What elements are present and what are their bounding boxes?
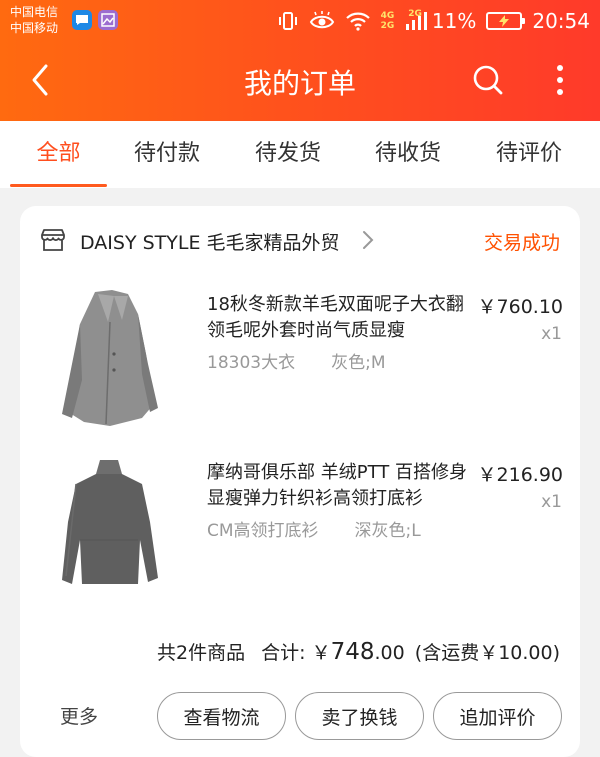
- tab-all[interactable]: 全部: [10, 121, 107, 188]
- network-type-tags: 4G 2G: [381, 11, 395, 31]
- sku-spec: 深灰色;L: [354, 521, 421, 541]
- active-tab-indicator: [10, 184, 107, 187]
- grey-wool-coat-image: [62, 290, 158, 426]
- total-amount-dec: .00: [374, 642, 405, 664]
- wifi-icon: [345, 12, 370, 31]
- message-app-icon: [72, 10, 92, 30]
- vibrate-icon: [278, 12, 297, 30]
- carrier-info: 中国电信 中国移动: [10, 4, 58, 36]
- sku-code: 18303大衣: [207, 353, 296, 373]
- order-tabs: 全部 待付款 待发货 待收货 待评价: [0, 121, 600, 188]
- carrier-1: 中国电信: [10, 5, 59, 19]
- chevron-right-icon: [363, 231, 374, 249]
- item-sku: CM高领打底衫 深灰色;L: [207, 516, 421, 541]
- more-vertical-icon: [557, 65, 563, 95]
- view-logistics-button[interactable]: 查看物流: [157, 692, 286, 740]
- total-currency: ￥: [311, 642, 331, 664]
- shop-icon: [41, 229, 65, 251]
- item-title[interactable]: 18秋冬新款羊毛双面呢子大衣翻领毛呢外套时尚气质显瘦: [207, 292, 469, 344]
- clock: 20:54: [532, 9, 590, 33]
- gallery-app-icon: [98, 10, 118, 30]
- order-item[interactable]: 18秋冬新款羊毛双面呢子大衣翻领毛呢外套时尚气质显瘦 18303大衣 灰色;M ￥…: [20, 284, 580, 444]
- add-review-button[interactable]: 追加评价: [433, 692, 562, 740]
- nav-bar: 我的订单: [0, 42, 600, 121]
- order-item[interactable]: 摩纳哥俱乐部 羊绒PTT 百搭修身显瘦弹力针织衫高领打底衫 CM高领打底衫 深灰色…: [20, 452, 580, 612]
- order-status: 交易成功: [483, 232, 560, 254]
- eye-comfort-icon: [309, 11, 334, 29]
- order-summary: 共2件商品 合计: ￥748.00 (含运费￥10.00): [157, 638, 560, 665]
- item-price: ￥216.90: [477, 464, 563, 486]
- search-icon: [473, 65, 503, 95]
- tab-pending-receipt[interactable]: 待收货: [358, 121, 458, 188]
- order-actions: 更多 查看物流 卖了换钱 追加评价: [20, 692, 580, 740]
- total-amount-int: 748: [330, 639, 375, 665]
- notification-icons: [72, 10, 118, 30]
- top-bar: 中国电信 中国移动 4G 2G 2G 11% 20:54 我的订单: [0, 0, 600, 121]
- sku-spec: 灰色;M: [331, 353, 386, 373]
- battery-percent: 11%: [431, 9, 477, 33]
- tab-pending-review[interactable]: 待评价: [479, 121, 579, 188]
- network-tag-3: 2G: [408, 9, 422, 19]
- network-tag-2: 2G: [380, 21, 395, 31]
- item-count: 共2件商品: [157, 642, 246, 664]
- shipping-fee: (含运费￥10.00): [414, 642, 560, 664]
- status-bar: 中国电信 中国移动 4G 2G 2G 11% 20:54: [0, 0, 600, 42]
- grey-turtleneck-sweater-image: [62, 460, 158, 584]
- order-card: DAISY STYLE 毛毛家精品外贸 交易成功 18秋冬新款羊毛双面呢子大衣翻…: [20, 206, 580, 757]
- shop-name[interactable]: DAISY STYLE 毛毛家精品外贸: [80, 228, 340, 255]
- carrier-2: 中国移动: [10, 21, 59, 35]
- page-title: 我的订单: [243, 67, 356, 100]
- item-price: ￥760.10: [477, 296, 563, 318]
- item-title[interactable]: 摩纳哥俱乐部 羊绒PTT 百搭修身显瘦弹力针织衫高领打底衫: [207, 460, 469, 512]
- resell-button[interactable]: 卖了换钱: [295, 692, 424, 740]
- item-quantity: x1: [541, 324, 562, 344]
- item-sku: 18303大衣 灰色;M: [207, 348, 386, 373]
- tab-pending-payment[interactable]: 待付款: [117, 121, 217, 188]
- more-menu-button[interactable]: [548, 60, 572, 100]
- battery-charging-icon: [486, 12, 526, 30]
- total-label: 合计:: [261, 642, 306, 664]
- search-button[interactable]: [470, 62, 506, 98]
- item-quantity: x1: [541, 492, 562, 512]
- tab-pending-shipment[interactable]: 待发货: [238, 121, 338, 188]
- network-tag-1: 4G: [380, 11, 395, 21]
- more-link[interactable]: 更多: [60, 702, 98, 729]
- shop-header[interactable]: DAISY STYLE 毛毛家精品外贸 交易成功: [20, 206, 580, 274]
- status-right: 4G 2G 2G 11% 20:54: [277, 6, 590, 36]
- sku-code: CM高领打底衫: [207, 521, 319, 541]
